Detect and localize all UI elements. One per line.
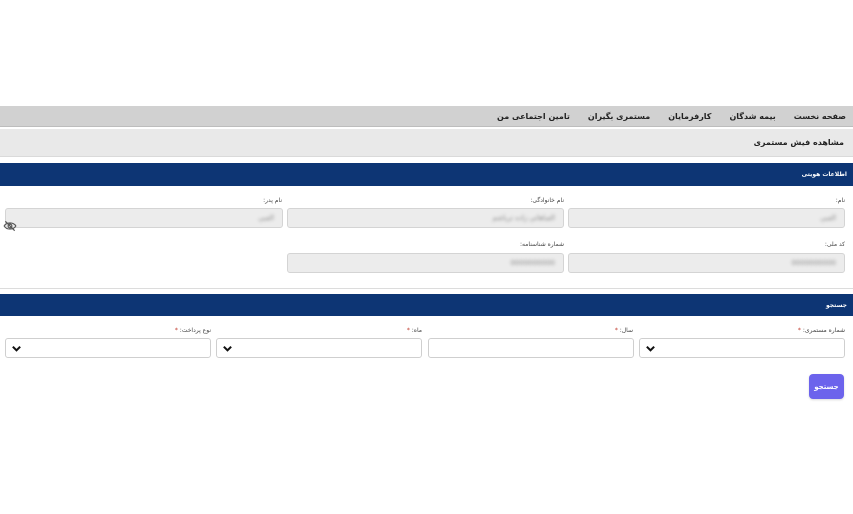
payment-type-label-text: نوع پرداخت:: [179, 327, 211, 334]
nav-item-insured[interactable]: بیمه شدگان: [729, 112, 775, 121]
page-title-bar: مشاهده فیش مستمری: [0, 129, 853, 157]
page: صفحه نخست بیمه شدگان کارفرمایان مستمری ب…: [0, 0, 853, 514]
year-label-text: سال:: [619, 327, 633, 334]
nav-item-pensioners[interactable]: مستمری بگیران: [588, 112, 650, 121]
id-number-field: 0000000000: [287, 253, 564, 273]
chevron-down-icon: [646, 345, 655, 352]
month-label: ماه: *: [407, 327, 422, 334]
father-name-field: الفبی: [5, 208, 283, 228]
year-input[interactable]: [428, 338, 634, 358]
required-mark: *: [614, 327, 618, 334]
required-mark: *: [797, 327, 801, 334]
identity-section-header: اطلاعات هویتی: [0, 163, 853, 186]
year-label: سال: *: [615, 327, 633, 334]
last-name-value: الفباهاتی زاده تریاشم: [492, 214, 555, 222]
eye-slash-icon[interactable]: [3, 220, 17, 232]
pension-number-label: شماره مستمری: *: [798, 327, 845, 334]
first-name-label: نام:: [835, 197, 845, 204]
identity-section-title: اطلاعات هویتی: [801, 171, 847, 178]
nav-item-my-social-security[interactable]: تامین اجتماعی من: [497, 112, 570, 121]
last-name-field: الفباهاتی زاده تریاشم: [287, 208, 564, 228]
national-code-value: 0000000000: [791, 259, 836, 267]
national-code-label: کد ملی:: [824, 241, 845, 248]
required-mark: *: [406, 327, 410, 334]
id-number-value: 0000000000: [510, 259, 555, 267]
page-title: مشاهده فیش مستمری: [753, 138, 844, 147]
pension-number-label-text: شماره مستمری:: [802, 327, 845, 334]
section-divider: [0, 288, 853, 289]
first-name-field: الفبی: [568, 208, 845, 228]
top-navigation: صفحه نخست بیمه شدگان کارفرمایان مستمری ب…: [0, 106, 853, 127]
id-number-label: شماره شناسنامه:: [519, 241, 564, 248]
father-name-label: نام پدر:: [263, 197, 282, 204]
first-name-value: الفبی: [820, 214, 836, 222]
payment-type-label: نوع پرداخت: *: [175, 327, 211, 334]
pension-number-select[interactable]: [639, 338, 845, 358]
nav-item-employers[interactable]: کارفرمایان: [668, 112, 711, 121]
search-section-header: جستجو: [0, 294, 853, 316]
month-label-text: ماه:: [411, 327, 422, 334]
father-name-value: الفبی: [258, 214, 274, 222]
search-button[interactable]: جستجو: [809, 374, 844, 399]
chevron-down-icon: [12, 345, 21, 352]
chevron-down-icon: [223, 345, 232, 352]
required-mark: *: [174, 327, 178, 334]
nav-item-home[interactable]: صفحه نخست: [794, 112, 846, 121]
last-name-label: نام خانوادگی:: [530, 197, 564, 204]
national-code-field: 0000000000: [568, 253, 845, 273]
payment-type-select[interactable]: [5, 338, 211, 358]
month-select[interactable]: [216, 338, 422, 358]
search-section-title: جستجو: [826, 301, 847, 309]
